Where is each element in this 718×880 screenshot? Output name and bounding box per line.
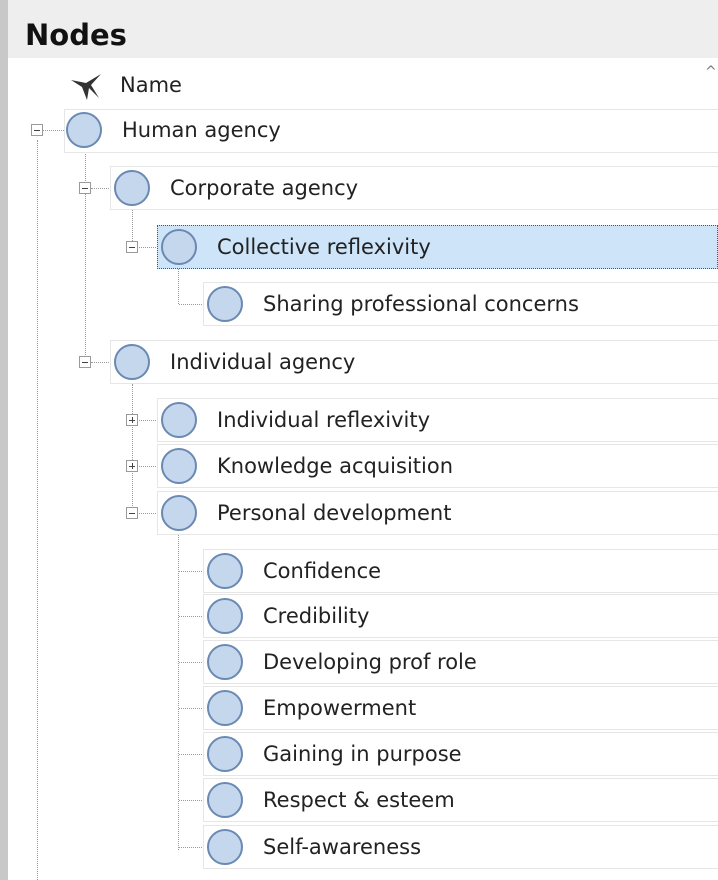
- tree-guide-line: [179, 304, 206, 305]
- tree-guide-line: [132, 384, 133, 514]
- node-label-corporate-agency[interactable]: Corporate agency: [170, 173, 358, 203]
- node-circle-icon: [66, 112, 102, 148]
- window-left-frame: [0, 0, 8, 880]
- collapse-toggle-icon[interactable]: [126, 241, 138, 253]
- node-label-collective-reflexivity[interactable]: Collective reflexivity: [217, 232, 431, 262]
- node-label-knowledge-acquisition[interactable]: Knowledge acquisition: [217, 451, 453, 481]
- node-label-credibility[interactable]: Credibility: [263, 601, 369, 631]
- tree-guide-line: [179, 708, 206, 709]
- node-circle-icon: [161, 448, 197, 484]
- tree-guide-line: [179, 847, 206, 848]
- tree-guide-line: [179, 754, 206, 755]
- node-label-respect-esteem[interactable]: Respect & esteem: [263, 785, 455, 815]
- node-circle-icon: [207, 644, 243, 680]
- collapse-toggle-icon[interactable]: [31, 124, 43, 136]
- collapse-toggle-icon[interactable]: [79, 356, 91, 368]
- node-circle-icon: [114, 344, 150, 380]
- tree-guide-line: [91, 188, 111, 189]
- tree-guide-line: [179, 800, 206, 801]
- node-circle-icon: [161, 229, 197, 265]
- collapse-toggle-icon[interactable]: [126, 507, 138, 519]
- node-label-confidence[interactable]: Confidence: [263, 556, 381, 586]
- expand-toggle-icon[interactable]: [126, 460, 138, 472]
- node-label-personal-development[interactable]: Personal development: [217, 498, 451, 528]
- tree-guide-line: [42, 130, 66, 131]
- pane-title: Nodes: [25, 18, 127, 52]
- node-label-individual-reflexivity[interactable]: Individual reflexivity: [217, 405, 430, 435]
- tree-guide-line: [91, 362, 111, 363]
- sort-arrow-icon: ^: [705, 64, 717, 80]
- node-circle-icon: [207, 553, 243, 589]
- node-label-human-agency[interactable]: Human agency: [122, 115, 281, 145]
- node-circle-icon: [207, 736, 243, 772]
- tree-guide-line: [179, 571, 206, 572]
- expand-toggle-icon[interactable]: [126, 414, 138, 426]
- node-circle-icon: [207, 286, 243, 322]
- node-circle-icon: [207, 782, 243, 818]
- column-header-name[interactable]: Name: [120, 70, 182, 100]
- node-circle-icon: [207, 829, 243, 865]
- node-circle-icon: [161, 495, 197, 531]
- node-label-empowerment[interactable]: Empowerment: [263, 693, 416, 723]
- column-header-bar[interactable]: [8, 58, 718, 104]
- tree-guide-line: [178, 268, 179, 304]
- collapse-toggle-icon[interactable]: [79, 182, 91, 194]
- tree-guide-line: [179, 662, 206, 663]
- tree-guide-line: [37, 140, 38, 880]
- node-label-developing-prof-role[interactable]: Developing prof role: [263, 647, 477, 677]
- tree-guide-line: [179, 616, 206, 617]
- node-circle-icon: [207, 598, 243, 634]
- tree-guide-line: [178, 535, 179, 850]
- node-label-individual-agency[interactable]: Individual agency: [170, 347, 355, 377]
- node-circle-icon: [114, 170, 150, 206]
- node-label-self-awareness[interactable]: Self-awareness: [263, 832, 421, 862]
- node-circle-icon: [207, 690, 243, 726]
- pin-icon[interactable]: [65, 64, 105, 104]
- node-label-sharing-professional-concerns[interactable]: Sharing professional concerns: [263, 289, 579, 319]
- node-label-gaining-in-purpose[interactable]: Gaining in purpose: [263, 739, 462, 769]
- node-circle-icon: [161, 402, 197, 438]
